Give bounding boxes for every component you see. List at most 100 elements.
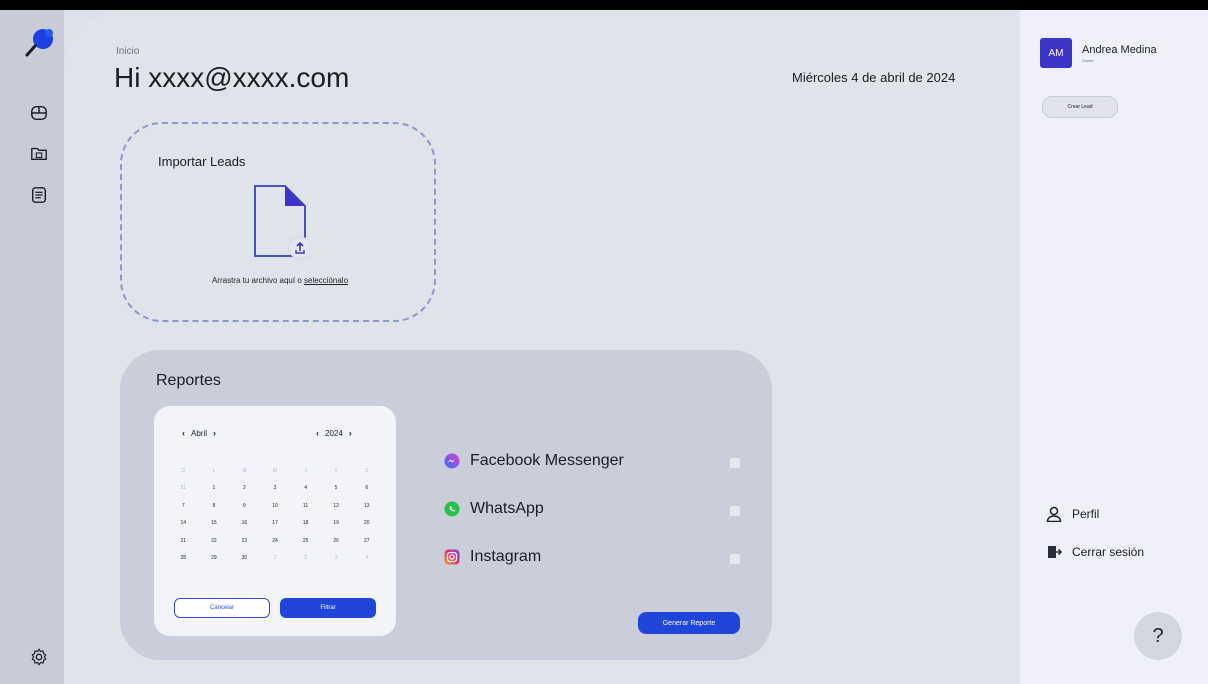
channel-label: Instagram xyxy=(470,548,542,565)
breadcrumb[interactable]: Inicio xyxy=(116,46,139,57)
calendar-day[interactable]: 18 xyxy=(290,520,321,526)
channel-instagram: Instagram xyxy=(444,548,541,566)
calendar-day[interactable]: 4 xyxy=(351,555,382,561)
calendar-day[interactable]: 15 xyxy=(199,520,230,526)
calendar-day[interactable]: 25 xyxy=(290,538,321,544)
contacts-folder-icon[interactable] xyxy=(28,142,50,164)
calendar-day[interactable]: 21 xyxy=(168,538,199,544)
month-label: Abril xyxy=(191,428,208,438)
year-label: 2024 xyxy=(325,428,343,438)
calendar-day[interactable]: 2 xyxy=(229,485,260,491)
calendar-day[interactable]: 29 xyxy=(199,555,230,561)
messenger-checkbox[interactable] xyxy=(730,458,740,468)
calendar-week: 21 22 23 24 25 26 27 xyxy=(168,532,382,550)
drop-instructions: Arrastra tu archivo aquí o selecciónalo xyxy=(122,276,438,285)
user-panel: AM Andrea Medina Owner Crear Lead Perfil… xyxy=(1020,10,1208,684)
next-month-icon[interactable]: › xyxy=(213,428,216,438)
weekday-label: D xyxy=(181,467,186,474)
user-role: Owner xyxy=(1082,58,1094,63)
calendar-grid: D L M M J V S 31 1 2 3 4 5 6 7 8 9 10 11 12 13 14 15 16 17 18 19 20… xyxy=(168,462,382,567)
prev-year-icon[interactable]: ‹ xyxy=(316,428,319,438)
sidebar xyxy=(0,10,64,684)
document-icon[interactable] xyxy=(28,184,50,206)
avatar[interactable]: AM xyxy=(1040,38,1072,68)
whatsapp-icon xyxy=(444,501,460,517)
calendar-day[interactable]: 24 xyxy=(260,538,291,544)
calendar-day[interactable]: 27 xyxy=(351,538,382,544)
select-file-link[interactable]: selecciónalo xyxy=(304,276,348,285)
calendar-day[interactable]: 3 xyxy=(321,555,352,561)
dashboard-icon[interactable] xyxy=(28,102,50,124)
calendar-day[interactable]: 7 xyxy=(168,503,199,509)
logout-label: Cerrar sesión xyxy=(1072,545,1145,559)
calendar-day[interactable]: 3 xyxy=(260,485,291,491)
calendar-day[interactable]: 14 xyxy=(168,520,199,526)
calendar-day[interactable]: 5 xyxy=(321,485,352,491)
logout-menu-item[interactable]: Cerrar sesión xyxy=(1046,544,1144,560)
calendar-day[interactable]: 2 xyxy=(290,555,321,561)
channel-label: WhatsApp xyxy=(470,500,544,517)
user-name: Andrea Medina xyxy=(1082,44,1157,56)
whatsapp-checkbox[interactable] xyxy=(730,506,740,516)
logout-icon xyxy=(1048,546,1062,558)
calendar-day[interactable]: 22 xyxy=(199,538,230,544)
calendar-day[interactable]: 26 xyxy=(321,538,352,544)
instagram-icon xyxy=(444,549,460,565)
calendar-day[interactable]: 30 xyxy=(229,555,260,561)
prev-month-icon[interactable]: ‹ xyxy=(182,428,185,438)
reports-panel: Reportes ‹ Abril › ‹ 2024 › D L M M J V S 31 1 2 3… xyxy=(120,350,772,660)
calendar-day[interactable]: 17 xyxy=(260,520,291,526)
next-year-icon[interactable]: › xyxy=(349,428,352,438)
settings-gear-icon[interactable] xyxy=(28,646,50,668)
import-leads-title: Importar Leads xyxy=(158,154,246,169)
filter-button[interactable]: Filtrar xyxy=(280,598,376,618)
weekday-label: M xyxy=(242,467,247,474)
calendar-day[interactable]: 8 xyxy=(199,503,230,509)
month-nav: ‹ Abril › xyxy=(182,428,216,438)
help-button[interactable]: ? xyxy=(1134,612,1182,660)
page-title: Hi xxxx@xxxx.com xyxy=(114,62,350,93)
calendar-day[interactable]: 23 xyxy=(229,538,260,544)
calendar-day[interactable]: 9 xyxy=(229,503,260,509)
profile-label: Perfil xyxy=(1072,507,1100,521)
calendar-day[interactable]: 16 xyxy=(229,520,260,526)
calendar-day[interactable]: 11 xyxy=(290,503,321,509)
calendar-day[interactable]: 1 xyxy=(199,485,230,491)
weekday-label: M xyxy=(272,467,278,474)
user-icon xyxy=(1046,506,1062,522)
drop-text: Arrastra tu archivo aquí o xyxy=(211,276,304,285)
weekday-label: J xyxy=(304,467,307,474)
cancel-button[interactable]: Cancelar xyxy=(174,598,270,618)
calendar-week: 14 15 16 17 18 19 20 xyxy=(168,515,382,533)
search-logo-icon[interactable] xyxy=(24,28,56,58)
messenger-icon xyxy=(444,453,460,469)
file-upload-icon xyxy=(252,184,312,260)
weekday-label: V xyxy=(334,467,338,474)
calendar-day[interactable]: 13 xyxy=(351,503,382,509)
generate-report-button[interactable]: Generar Reporte xyxy=(638,612,740,634)
calendar-day[interactable]: 28 xyxy=(168,555,199,561)
calendar-week: 28 29 30 1 2 3 4 xyxy=(168,550,382,568)
calendar-day[interactable]: 10 xyxy=(260,503,291,509)
calendar-day[interactable]: 6 xyxy=(351,485,382,491)
create-lead-button[interactable]: Crear Lead xyxy=(1042,96,1118,118)
weekday-label: S xyxy=(365,467,369,474)
channel-label: Facebook Messenger xyxy=(470,452,624,469)
calendar-week: 31 1 2 3 4 5 6 xyxy=(168,480,382,498)
calendar-week: 7 8 9 10 11 12 13 xyxy=(168,497,382,515)
reports-title: Reportes xyxy=(156,372,221,389)
date-picker: ‹ Abril › ‹ 2024 › D L M M J V S 31 1 2 3 4 5 6 7 8 9 10 1… xyxy=(154,406,396,636)
calendar-day[interactable]: 1 xyxy=(260,555,291,561)
weekday-header: DLMMJVS xyxy=(168,462,382,480)
calendar-day[interactable]: 4 xyxy=(290,485,321,491)
channel-whatsapp: WhatsApp xyxy=(444,500,544,518)
main-content: Inicio Hi xxxx@xxxx.com Miércoles 4 de a… xyxy=(64,10,1020,684)
calendar-day[interactable]: 31 xyxy=(168,485,199,491)
calendar-day[interactable]: 20 xyxy=(351,520,382,526)
channel-messenger: Facebook Messenger xyxy=(444,452,624,470)
import-leads-dropzone[interactable]: Importar Leads Arrastra tu archivo aquí … xyxy=(120,122,436,322)
calendar-day[interactable]: 19 xyxy=(321,520,352,526)
instagram-checkbox[interactable] xyxy=(730,554,740,564)
profile-menu-item[interactable]: Perfil xyxy=(1046,506,1099,522)
calendar-day[interactable]: 12 xyxy=(321,503,352,509)
